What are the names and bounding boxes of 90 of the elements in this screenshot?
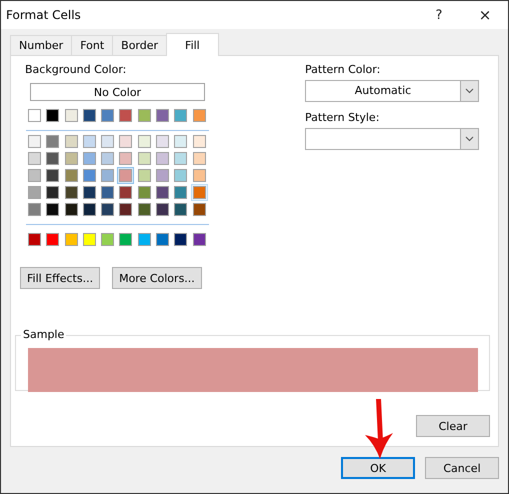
color-swatch[interactable] [44, 133, 62, 150]
color-swatch[interactable] [99, 150, 116, 167]
color-swatch[interactable] [99, 231, 116, 248]
color-swatch[interactable] [44, 167, 62, 184]
color-swatch[interactable] [172, 167, 190, 184]
color-swatch[interactable] [99, 107, 116, 124]
color-swatch[interactable] [26, 133, 43, 150]
color-swatch[interactable] [80, 184, 98, 201]
color-swatch[interactable] [62, 107, 80, 124]
color-swatch[interactable] [117, 167, 134, 184]
color-swatch[interactable] [80, 133, 98, 150]
color-swatch[interactable] [190, 231, 208, 248]
color-swatch[interactable] [80, 107, 98, 124]
color-swatch[interactable] [136, 184, 153, 201]
color-swatch[interactable] [62, 167, 80, 184]
color-swatch[interactable] [80, 231, 98, 248]
color-swatch[interactable] [117, 107, 134, 124]
color-swatch[interactable] [154, 150, 172, 167]
dialog-button[interactable]: Fill Effects... [20, 267, 100, 289]
color-swatch[interactable] [44, 184, 62, 201]
color-swatch[interactable] [99, 167, 116, 184]
tab[interactable]: Number [10, 35, 72, 55]
color-swatch[interactable] [190, 150, 208, 167]
color-swatch[interactable] [172, 184, 190, 201]
no-color-button[interactable]: No Color [30, 83, 205, 101]
tab[interactable]: Fill [166, 33, 219, 56]
color-swatch[interactable] [190, 133, 208, 150]
color-swatch[interactable] [136, 133, 153, 150]
color-swatch[interactable] [117, 201, 134, 218]
dialog-button[interactable]: Cancel [425, 457, 499, 479]
color-swatch[interactable] [154, 231, 172, 248]
window-title: Format Cells [6, 8, 82, 22]
color-swatch[interactable] [26, 150, 43, 167]
background-color-label: Background Color: [25, 63, 128, 77]
color-swatch[interactable] [154, 133, 172, 150]
color-swatch[interactable] [154, 107, 172, 124]
color-swatch[interactable] [117, 231, 134, 248]
color-swatch[interactable] [80, 201, 98, 218]
color-swatch[interactable] [117, 184, 134, 201]
color-swatch[interactable] [62, 201, 80, 218]
color-swatch[interactable] [62, 184, 80, 201]
color-swatch[interactable] [172, 201, 190, 218]
close-button[interactable]: × [462, 6, 508, 24]
color-swatch[interactable] [190, 201, 208, 218]
clear-button[interactable]: Clear [416, 415, 490, 437]
color-swatch[interactable] [80, 150, 98, 167]
dialog-button[interactable]: More Colors... [112, 267, 202, 289]
chevron-down-icon [465, 88, 474, 94]
color-swatch[interactable] [172, 150, 190, 167]
color-swatch[interactable] [172, 133, 190, 150]
color-swatch[interactable] [136, 150, 153, 167]
color-swatch[interactable] [154, 201, 172, 218]
dialog-button[interactable]: OK [341, 457, 415, 479]
color-swatch[interactable] [26, 184, 43, 201]
pattern-color-dropdown[interactable]: Automatic [305, 80, 479, 102]
color-swatch[interactable] [26, 167, 43, 184]
color-swatch[interactable] [99, 184, 116, 201]
color-swatch[interactable] [136, 167, 153, 184]
help-button[interactable]: ? [416, 8, 462, 22]
color-swatch[interactable] [44, 231, 62, 248]
color-swatch[interactable] [190, 167, 208, 184]
color-swatch[interactable] [62, 150, 80, 167]
color-swatch[interactable] [44, 107, 62, 124]
color-swatch[interactable] [44, 201, 62, 218]
pattern-color-label: Pattern Color: [305, 63, 382, 77]
pattern-style-label: Pattern Style: [305, 111, 380, 125]
color-swatch[interactable] [190, 184, 208, 201]
color-swatch[interactable] [117, 133, 134, 150]
color-swatch[interactable] [99, 201, 116, 218]
color-swatch[interactable] [172, 231, 190, 248]
color-swatch[interactable] [62, 231, 80, 248]
color-swatch[interactable] [136, 231, 153, 248]
color-swatch[interactable] [154, 184, 172, 201]
color-swatch[interactable] [26, 231, 43, 248]
color-swatch[interactable] [172, 107, 190, 124]
color-swatch[interactable] [26, 107, 43, 124]
color-swatch[interactable] [154, 167, 172, 184]
color-swatch[interactable] [99, 133, 116, 150]
color-swatch[interactable] [26, 201, 43, 218]
sample-label: Sample [21, 328, 66, 341]
color-swatch[interactable] [136, 201, 153, 218]
color-swatch[interactable] [136, 107, 153, 124]
color-swatch[interactable] [117, 150, 134, 167]
pattern-style-dropdown[interactable] [305, 128, 479, 150]
color-swatch[interactable] [62, 133, 80, 150]
color-swatch[interactable] [44, 150, 62, 167]
chevron-down-icon [465, 136, 474, 142]
color-swatch[interactable] [190, 107, 208, 124]
color-swatch[interactable] [80, 167, 98, 184]
pointer-arrow [365, 399, 393, 459]
